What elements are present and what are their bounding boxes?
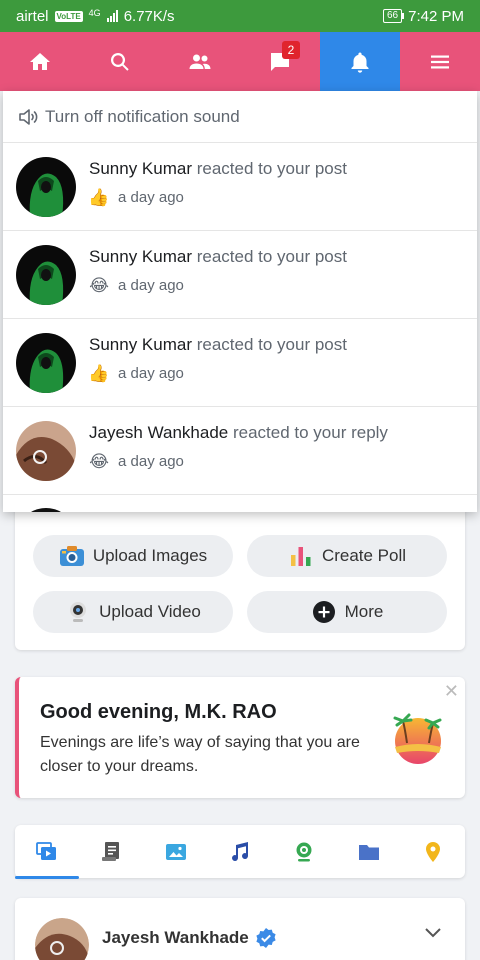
location-icon xyxy=(425,841,440,862)
video-icon xyxy=(36,841,57,860)
notification-time: a day ago xyxy=(118,364,184,382)
media-filter-tabs xyxy=(15,825,465,879)
notifications-dropdown: Turn off notification sound Sunny Kumar … xyxy=(3,91,477,512)
volte-badge: VoLTE xyxy=(54,10,83,22)
notification-action: reacted to your post xyxy=(196,247,347,266)
network-type: 4G xyxy=(88,8,101,18)
notification-time: a day ago xyxy=(118,452,184,470)
notification-action: reacted to your reply xyxy=(232,423,388,442)
plus-circle-icon xyxy=(312,601,335,623)
notification-time: a day ago xyxy=(118,188,184,206)
upload-video-button[interactable]: Upload Video xyxy=(33,591,233,633)
nav-friends[interactable] xyxy=(160,32,240,91)
notification-item[interactable]: Jayesh Wankhade reacted to your reply 😂 a… xyxy=(3,407,477,495)
status-bar: airtel VoLTE 4G 6.77K/s 66 7:42 PM xyxy=(0,0,480,32)
tab-articles[interactable] xyxy=(79,825,143,878)
poll-icon xyxy=(290,547,311,566)
like-reaction-icon: 👍 xyxy=(88,363,110,383)
bell-icon xyxy=(351,52,369,73)
post-card: Jayesh Wankhade xyxy=(15,898,465,960)
post-author[interactable]: Jayesh Wankhade xyxy=(102,927,277,949)
beach-sunset-icon xyxy=(393,713,442,764)
create-poll-button[interactable]: Create Poll xyxy=(247,535,447,577)
notification-time: a day ago xyxy=(118,276,184,294)
tab-files[interactable] xyxy=(336,825,400,878)
post-composer-card: Upload Images Create Poll Upload Video M… xyxy=(15,500,465,650)
notification-action: reacted to your post xyxy=(196,335,347,354)
tab-videos[interactable] xyxy=(15,825,80,879)
upload-video-label: Upload Video xyxy=(99,602,201,621)
post-author-name: Jayesh Wankhade xyxy=(102,928,249,947)
friends-icon xyxy=(189,54,211,69)
tab-places[interactable] xyxy=(401,825,465,878)
greeting-title: Good evening, M.K. RAO xyxy=(40,701,277,723)
avatar[interactable] xyxy=(35,918,89,960)
haha-reaction-icon: 😂 xyxy=(89,451,109,471)
notification-actor: Sunny Kumar xyxy=(89,335,192,354)
folder-icon xyxy=(358,844,379,860)
create-poll-label: Create Poll xyxy=(321,546,407,565)
webcam-icon xyxy=(70,602,87,622)
article-icon xyxy=(102,841,120,861)
menu-icon xyxy=(431,55,449,68)
webcam-icon xyxy=(296,842,312,861)
notification-item[interactable]: Sunny Kumar reacted to your post 👍 a day … xyxy=(3,319,477,407)
clock: 7:42 PM xyxy=(408,7,464,25)
nav-home[interactable] xyxy=(0,32,80,91)
photo-icon xyxy=(165,843,186,860)
more-button[interactable]: More xyxy=(247,591,447,633)
avatar xyxy=(16,245,76,305)
notification-actor: Jayesh Wankhade xyxy=(89,423,229,442)
notification-sound-toggle[interactable]: Turn off notification sound xyxy=(3,91,477,143)
tab-live[interactable] xyxy=(272,825,336,878)
haha-reaction-icon: 😂 xyxy=(89,275,109,295)
camera-icon xyxy=(59,546,84,566)
nav-notifications[interactable] xyxy=(320,32,400,91)
home-icon xyxy=(30,52,50,70)
greeting-card: ✕ Good evening, M.K. RAO Evenings are li… xyxy=(15,677,465,798)
close-icon[interactable]: ✕ xyxy=(444,681,459,702)
top-nav-bar: 2 xyxy=(0,32,480,91)
upload-images-label: Upload Images xyxy=(92,546,208,565)
notification-item[interactable]: Sunny Kumar reacted to your post 😂 a day … xyxy=(3,231,477,319)
avatar xyxy=(16,421,76,481)
notification-actor: Sunny Kumar xyxy=(89,247,192,266)
avatar xyxy=(16,333,76,393)
sound-toggle-label: Turn off notification sound xyxy=(45,106,240,126)
notification-item[interactable]: Sunny Kumar reacted to your post 👍 a day … xyxy=(3,143,477,231)
tab-music[interactable] xyxy=(208,825,272,878)
avatar xyxy=(16,157,76,217)
nav-messages[interactable]: 2 xyxy=(240,32,320,91)
upload-images-button[interactable]: Upload Images xyxy=(33,535,233,577)
messages-badge: 2 xyxy=(282,41,300,59)
notification-action: reacted to your post xyxy=(196,159,347,178)
speaker-icon xyxy=(19,108,38,125)
avatar xyxy=(16,508,76,512)
verified-icon xyxy=(256,928,276,948)
network-speed: 6.77K/s xyxy=(123,7,175,25)
signal-icon xyxy=(106,10,118,22)
chevron-down-icon[interactable] xyxy=(423,922,443,942)
battery-icon: 66 xyxy=(383,9,405,23)
like-reaction-icon: 👍 xyxy=(88,187,110,207)
nav-search[interactable] xyxy=(80,32,160,91)
tab-photos[interactable] xyxy=(144,825,208,878)
notification-actor: Sunny Kumar xyxy=(89,159,192,178)
more-label: More xyxy=(344,602,384,621)
greeting-message: Evenings are life’s way of saying that y… xyxy=(40,734,360,775)
carrier-label: airtel xyxy=(16,7,49,25)
search-icon xyxy=(111,52,129,71)
music-icon xyxy=(231,841,248,861)
nav-menu[interactable] xyxy=(400,32,480,91)
